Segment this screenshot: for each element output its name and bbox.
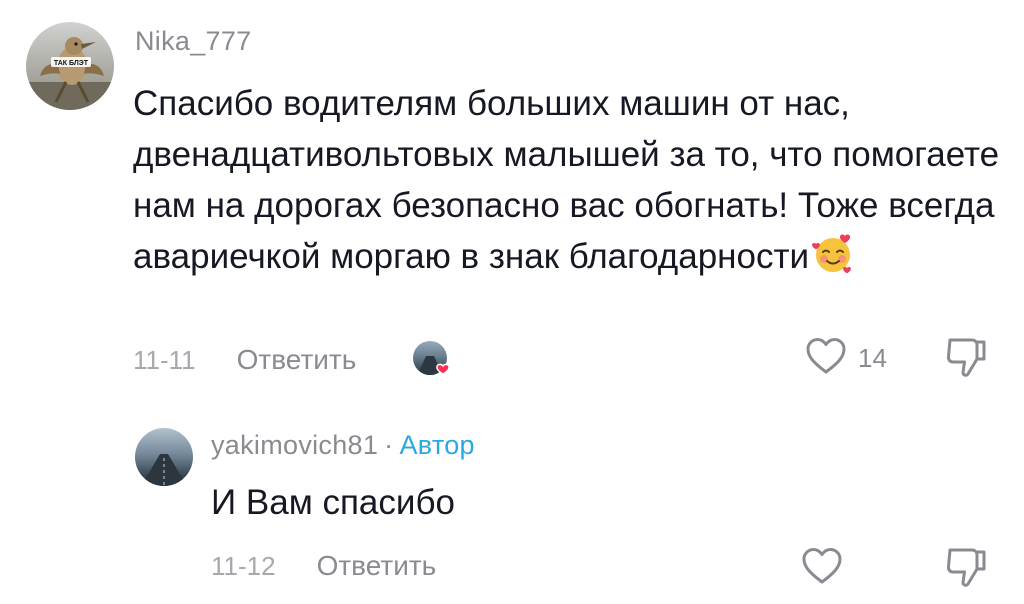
heart-outline-icon[interactable] <box>800 546 844 591</box>
comments-panel: ТАК БЛЭТ Nika_777 Спасибо водителям боль… <box>0 0 1024 604</box>
reply-button[interactable]: Ответить <box>237 344 357 376</box>
thumbs-down-icon[interactable] <box>942 544 990 592</box>
like-count: 14 <box>858 343 887 373</box>
reply-like-button[interactable] <box>800 546 844 591</box>
creator-liked-badge <box>410 338 456 384</box>
svg-text:ТАК БЛЭТ: ТАК БЛЭТ <box>54 60 89 67</box>
reply-username[interactable]: yakimovich81 <box>211 430 378 460</box>
commenter-avatar[interactable]: ТАК БЛЭТ <box>26 22 114 110</box>
reply-user-row: yakimovich81 · Автор <box>211 430 475 461</box>
reply-date: 11-12 <box>211 550 276 581</box>
thumbs-down-icon[interactable] <box>942 334 990 382</box>
comment-body: Спасибо водителям больших машин от нас, … <box>133 84 1000 276</box>
separator: · <box>384 430 394 460</box>
reply-text: И Вам спасибо <box>211 483 455 522</box>
comment-date: 11-11 <box>133 344 196 375</box>
comment-meta: 11-11 Ответить <box>133 340 356 380</box>
comment-text: Спасибо водителям больших машин от нас, … <box>133 78 1013 282</box>
reply-reply-button[interactable]: Ответить <box>317 550 437 582</box>
author-badge: Автор <box>399 430 475 460</box>
reply-author-avatar[interactable] <box>135 428 193 486</box>
like-button[interactable]: 14 <box>804 336 887 381</box>
reply-meta: 11-12 Ответить <box>211 546 436 586</box>
smiling-face-with-hearts-icon <box>811 232 855 276</box>
heart-outline-icon[interactable] <box>804 336 848 381</box>
comment-username[interactable]: Nika_777 <box>135 26 251 57</box>
